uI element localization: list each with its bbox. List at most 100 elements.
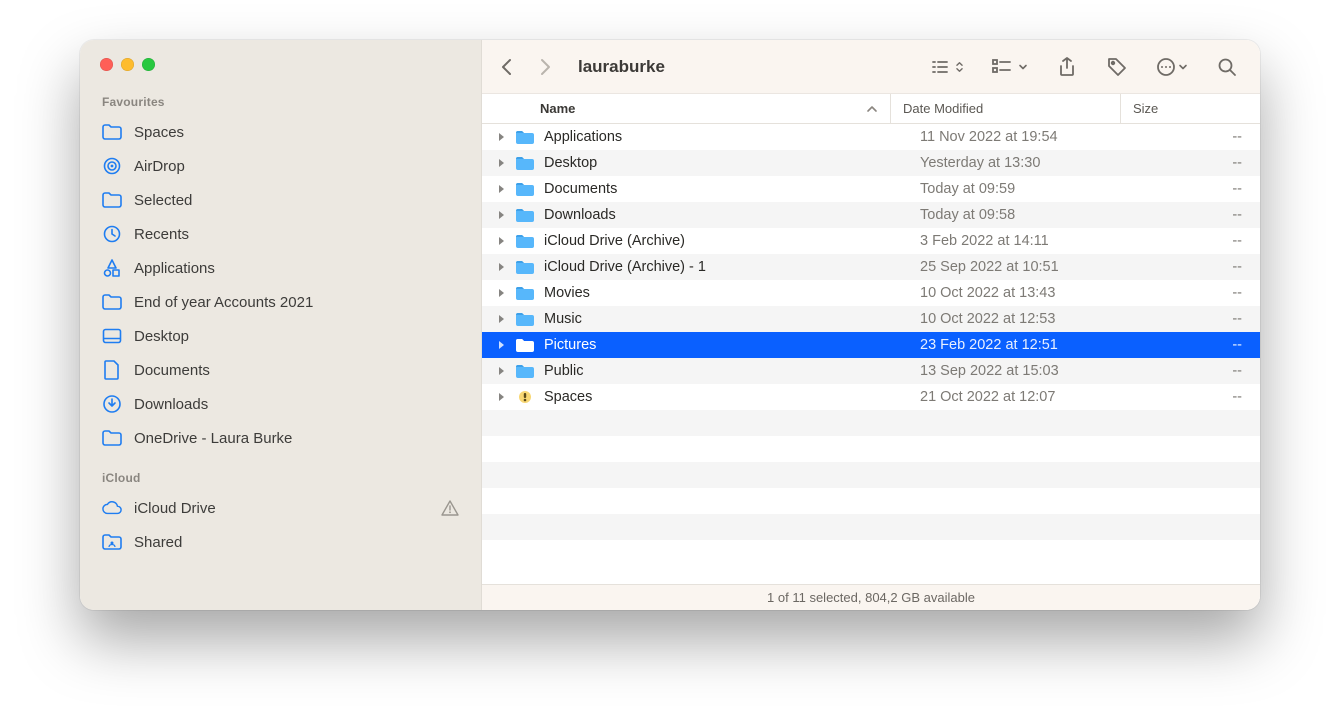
file-row[interactable]: Pictures 23 Feb 2022 at 12:51 --: [482, 332, 1260, 358]
sidebar-item-spaces[interactable]: Spaces: [80, 115, 481, 149]
sidebar-item-label: AirDrop: [134, 158, 185, 175]
folder-icon: [102, 292, 122, 312]
disclosure-triangle-icon[interactable]: [492, 236, 510, 246]
file-date: Yesterday at 13:30: [908, 155, 1138, 171]
sidebar-item-onedrive[interactable]: OneDrive - Laura Burke: [80, 421, 481, 455]
disclosure-triangle-icon[interactable]: [492, 158, 510, 168]
file-size: --: [1138, 181, 1260, 197]
sidebar-item-icloud-drive[interactable]: iCloud Drive: [80, 491, 481, 525]
forward-button[interactable]: [530, 52, 560, 82]
zoom-window-button[interactable]: [142, 58, 155, 71]
sidebar-section-favourites: Favourites: [80, 89, 481, 115]
sidebar-item-applications[interactable]: Applications: [80, 251, 481, 285]
file-name: Movies: [544, 285, 908, 301]
sidebar-item-label: Shared: [134, 534, 182, 551]
sidebar-item-label: Spaces: [134, 124, 184, 141]
file-row[interactable]: Spaces 21 Oct 2022 at 12:07 --: [482, 384, 1260, 410]
file-size: --: [1138, 311, 1260, 327]
sidebar-section-icloud: iCloud: [80, 465, 481, 491]
folder-icon: [514, 336, 536, 354]
file-row[interactable]: Applications 11 Nov 2022 at 19:54 --: [482, 124, 1260, 150]
clock-icon: [102, 224, 122, 244]
column-header-name[interactable]: Name: [540, 101, 890, 116]
disclosure-triangle-icon[interactable]: [492, 262, 510, 272]
sidebar-item-label: Desktop: [134, 328, 189, 345]
sidebar-item-label: OneDrive - Laura Burke: [134, 430, 292, 447]
sidebar-item-label: End of year Accounts 2021: [134, 294, 313, 311]
file-row[interactable]: Desktop Yesterday at 13:30 --: [482, 150, 1260, 176]
sidebar-item-eoy-accounts[interactable]: End of year Accounts 2021: [80, 285, 481, 319]
file-size: --: [1138, 155, 1260, 171]
file-date: Today at 09:58: [908, 207, 1138, 223]
toolbar: lauraburke: [482, 40, 1260, 94]
sidebar-item-recents[interactable]: Recents: [80, 217, 481, 251]
folder-icon: [102, 428, 122, 448]
file-list[interactable]: Applications 11 Nov 2022 at 19:54 -- Des…: [482, 124, 1260, 584]
file-size: --: [1138, 285, 1260, 301]
sidebar-item-shared[interactable]: Shared: [80, 525, 481, 559]
sidebar-item-label: Recents: [134, 226, 189, 243]
file-date: 10 Oct 2022 at 12:53: [908, 311, 1138, 327]
file-row[interactable]: iCloud Drive (Archive) - 1 25 Sep 2022 a…: [482, 254, 1260, 280]
folder-icon: [514, 232, 536, 250]
empty-row: [482, 514, 1260, 540]
file-row[interactable]: iCloud Drive (Archive) 3 Feb 2022 at 14:…: [482, 228, 1260, 254]
actions-menu-button[interactable]: [1152, 52, 1192, 82]
sidebar-item-label: Downloads: [134, 396, 208, 413]
sidebar-item-airdrop[interactable]: AirDrop: [80, 149, 481, 183]
sort-ascending-icon: [866, 103, 890, 115]
applications-icon: [102, 258, 122, 278]
disclosure-triangle-icon[interactable]: [492, 314, 510, 324]
empty-row: [482, 462, 1260, 488]
folder-icon: [102, 122, 122, 142]
disclosure-triangle-icon[interactable]: [492, 392, 510, 402]
search-button[interactable]: [1212, 52, 1242, 82]
sidebar-item-label: iCloud Drive: [134, 500, 216, 517]
disclosure-triangle-icon[interactable]: [492, 184, 510, 194]
disclosure-triangle-icon[interactable]: [492, 366, 510, 376]
column-headers: Name Date Modified Size: [482, 94, 1260, 124]
finder-window: Favourites Spaces AirDrop Selected Recen…: [80, 40, 1260, 610]
column-header-date[interactable]: Date Modified: [890, 94, 1120, 123]
download-icon: [102, 394, 122, 414]
file-size: --: [1138, 389, 1260, 405]
view-mode-button[interactable]: [927, 52, 968, 82]
file-name: Music: [544, 311, 908, 327]
file-size: --: [1138, 337, 1260, 353]
group-by-button[interactable]: [988, 52, 1032, 82]
sidebar-item-selected[interactable]: Selected: [80, 183, 481, 217]
folder-icon: [102, 190, 122, 210]
disclosure-triangle-icon[interactable]: [492, 210, 510, 220]
file-row[interactable]: Public 13 Sep 2022 at 15:03 --: [482, 358, 1260, 384]
back-button[interactable]: [492, 52, 522, 82]
sidebar-item-downloads[interactable]: Downloads: [80, 387, 481, 421]
file-row[interactable]: Documents Today at 09:59 --: [482, 176, 1260, 202]
folder-icon: [514, 180, 536, 198]
status-bar: 1 of 11 selected, 804,2 GB available: [482, 584, 1260, 610]
file-row[interactable]: Music 10 Oct 2022 at 12:53 --: [482, 306, 1260, 332]
sidebar-item-documents[interactable]: Documents: [80, 353, 481, 387]
tags-button[interactable]: [1102, 52, 1132, 82]
file-date: 25 Sep 2022 at 10:51: [908, 259, 1138, 275]
window-title: lauraburke: [578, 57, 665, 77]
file-date: 21 Oct 2022 at 12:07: [908, 389, 1138, 405]
minimize-window-button[interactable]: [121, 58, 134, 71]
file-size: --: [1138, 129, 1260, 145]
folder-icon: [514, 128, 536, 146]
file-date: 13 Sep 2022 at 15:03: [908, 363, 1138, 379]
share-button[interactable]: [1052, 52, 1082, 82]
folder-icon: [514, 284, 536, 302]
column-header-size[interactable]: Size: [1120, 94, 1260, 123]
column-name-label: Name: [540, 101, 575, 116]
close-window-button[interactable]: [100, 58, 113, 71]
sidebar-item-desktop[interactable]: Desktop: [80, 319, 481, 353]
file-name: iCloud Drive (Archive) - 1: [544, 259, 908, 275]
window-controls: [80, 52, 481, 89]
disclosure-triangle-icon[interactable]: [492, 288, 510, 298]
file-row[interactable]: Downloads Today at 09:58 --: [482, 202, 1260, 228]
disclosure-triangle-icon[interactable]: [492, 132, 510, 142]
file-row[interactable]: Movies 10 Oct 2022 at 13:43 --: [482, 280, 1260, 306]
folder-icon: [514, 362, 536, 380]
file-size: --: [1138, 233, 1260, 249]
disclosure-triangle-icon[interactable]: [492, 340, 510, 350]
